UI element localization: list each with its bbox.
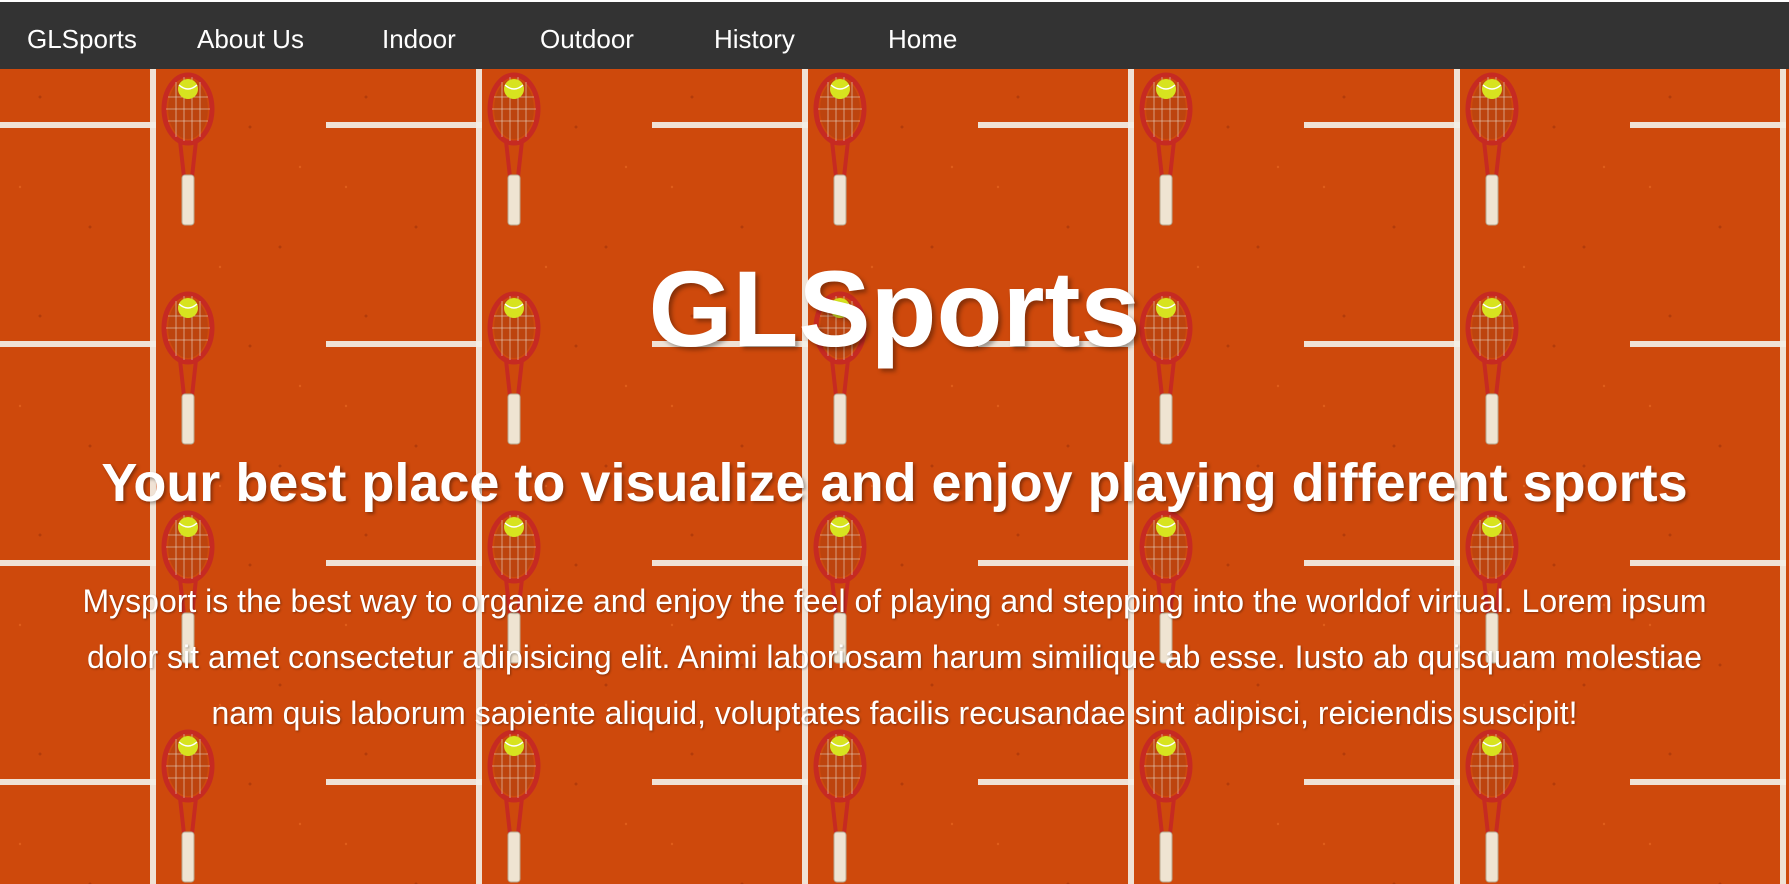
top-navbar: GLSports About Us Indoor Outdoor History… [0,0,1789,69]
hero-subtitle: Your best place to visualize and enjoy p… [101,453,1688,513]
nav-item-home[interactable]: Home [888,24,957,54]
hero-title: GLSports [648,248,1141,369]
nav-item-history[interactable]: History [714,24,795,54]
nav-item-outdoor[interactable]: Outdoor [540,24,634,54]
hero-description: Mysport is the best way to organize and … [82,583,1707,731]
nav-brand-link[interactable]: GLSports [27,24,137,54]
nav-item-indoor[interactable]: Indoor [382,24,456,54]
hero-section: GLSports Your best place to visualize an… [0,69,1789,884]
nav-item-about-us[interactable]: About Us [197,24,304,54]
